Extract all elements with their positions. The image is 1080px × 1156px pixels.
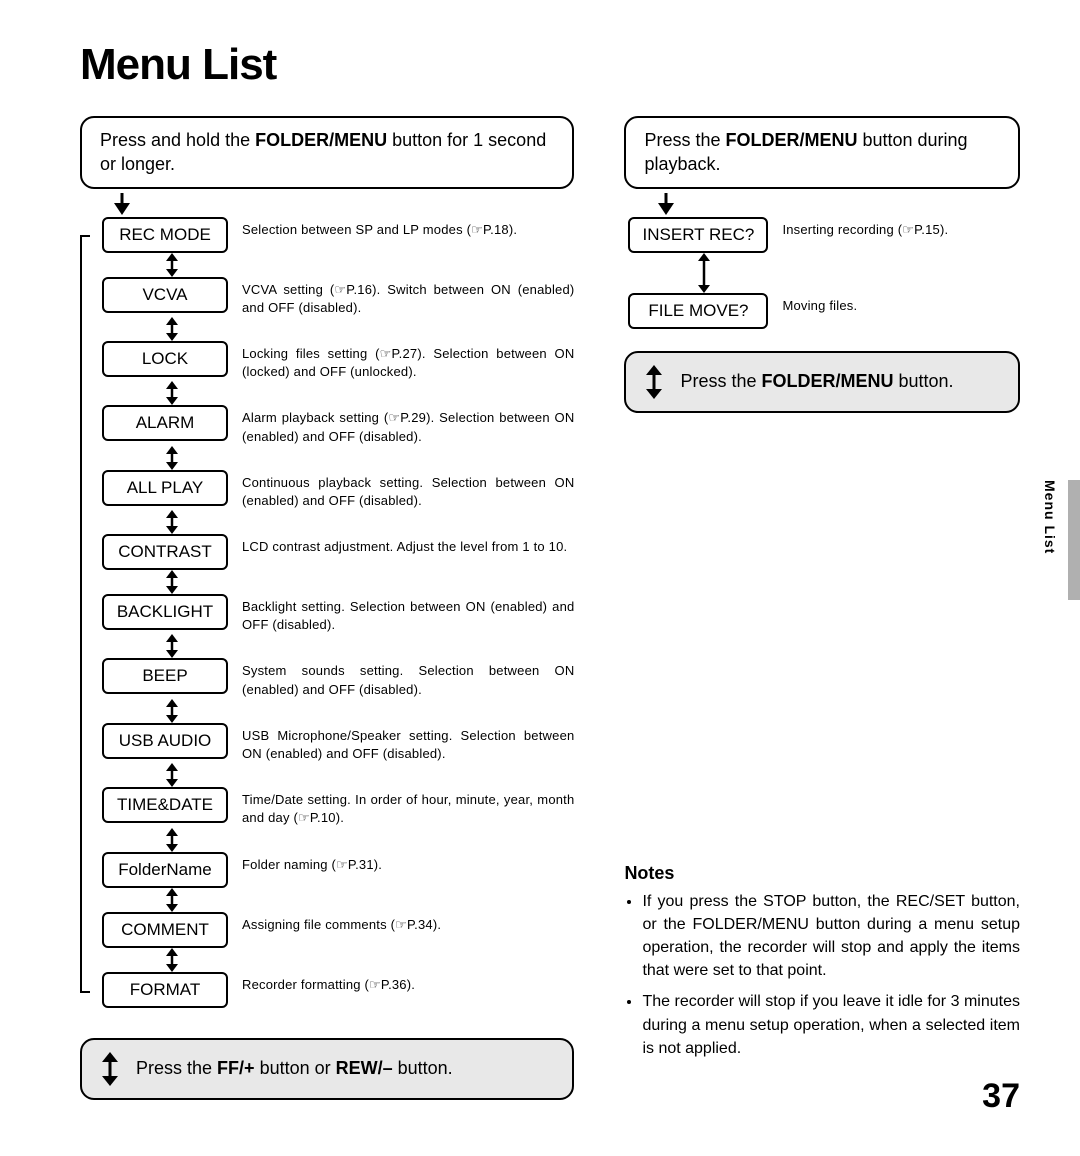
menu-row: LOCK Locking files setting (☞P.27). Selec…: [102, 341, 574, 381]
text: button.: [893, 371, 953, 391]
text: button or: [255, 1058, 336, 1078]
menu-item-desc: Locking files setting (☞P.27). Selection…: [242, 341, 574, 381]
right-footer-box: Press the FOLDER/MENU button.: [624, 351, 1020, 413]
up-down-arrow-icon: [162, 948, 182, 972]
menu-row: ALARM Alarm playback setting (☞P.29). Sel…: [102, 405, 574, 445]
left-instruction-box: Press and hold the FOLDER/MENU button fo…: [80, 116, 574, 189]
left-menu-chain: REC MODE Selection between SP and LP mode…: [80, 217, 574, 1008]
menu-item-box: FILE MOVE?: [628, 293, 768, 329]
menu-item-desc: System sounds setting. Selection between…: [242, 658, 574, 698]
menu-item-box: BACKLIGHT: [102, 594, 228, 630]
notes-section: Notes If you press the STOP button, the …: [624, 863, 1020, 1060]
menu-item-box: ALARM: [102, 405, 228, 441]
up-down-arrow-icon: [162, 253, 182, 277]
menu-item-desc: USB Microphone/Speaker setting. Selectio…: [242, 723, 574, 763]
menu-item-box: TIME&DATE: [102, 787, 228, 823]
menu-item-desc: Folder naming (☞P.31).: [242, 852, 382, 874]
menu-item-box: REC MODE: [102, 217, 228, 253]
menu-row: TIME&DATE Time/Date setting. In order of …: [102, 787, 574, 827]
notes-heading: Notes: [624, 863, 1020, 884]
up-down-arrow-icon: [162, 317, 182, 341]
menu-item-desc: Assigning file comments (☞P.34).: [242, 912, 441, 934]
menu-row: ALL PLAY Continuous playback setting. Sel…: [102, 470, 574, 510]
menu-item-desc: Time/Date setting. In order of hour, min…: [242, 787, 574, 827]
menu-item-desc: Inserting recording (☞P.15).: [782, 217, 948, 239]
right-instruction-box: Press the FOLDER/MENU button during play…: [624, 116, 1020, 189]
up-down-arrow-icon: [162, 634, 182, 658]
right-menu-chain: INSERT REC? Inserting recording (☞P.15). F…: [624, 217, 1020, 329]
page-number: 37: [982, 1077, 1020, 1116]
menu-row: FILE MOVE? Moving files.: [628, 293, 1020, 329]
menu-item-box: FolderName: [102, 852, 228, 888]
menu-item-desc: Continuous playback setting. Selection b…: [242, 470, 574, 510]
menu-item-desc: Alarm playback setting (☞P.29). Selectio…: [242, 405, 574, 445]
up-down-arrow-icon: [694, 253, 714, 293]
up-down-arrow-icon: [644, 365, 664, 399]
up-down-arrow-icon: [162, 763, 182, 787]
right-column: Press the FOLDER/MENU button during play…: [624, 116, 1020, 1100]
note-item: The recorder will stop if you leave it i…: [642, 990, 1020, 1060]
up-down-arrow-icon: [162, 381, 182, 405]
up-down-arrow-icon: [162, 699, 182, 723]
menu-item-box: FORMAT: [102, 972, 228, 1008]
menu-row: BEEP System sounds setting. Selection bet…: [102, 658, 574, 698]
text: Press the: [644, 130, 725, 150]
side-tab-block: [1068, 480, 1080, 600]
menu-item-box: ALL PLAY: [102, 470, 228, 506]
up-down-arrow-icon: [162, 828, 182, 852]
text-bold: FOLDER/MENU: [255, 130, 387, 150]
left-footer-box: Press the FF/+ button or REW/– button.: [80, 1038, 574, 1100]
menu-item-box: VCVA: [102, 277, 228, 313]
menu-item-desc: Recorder formatting (☞P.36).: [242, 972, 415, 994]
menu-item-desc: Selection between SP and LP modes (☞P.18…: [242, 217, 517, 239]
menu-row: BACKLIGHT Backlight setting. Selection be…: [102, 594, 574, 634]
menu-row: VCVA VCVA setting (☞P.16). Switch between…: [102, 277, 574, 317]
text: button.: [393, 1058, 453, 1078]
page-title: Menu List: [80, 40, 1020, 90]
menu-item-desc: VCVA setting (☞P.16). Switch between ON …: [242, 277, 574, 317]
menu-item-desc: Backlight setting. Selection between ON …: [242, 594, 574, 634]
note-item: If you press the STOP button, the REC/SE…: [642, 890, 1020, 983]
menu-item-box: BEEP: [102, 658, 228, 694]
menu-row: CONTRAST LCD contrast adjustment. Adjust …: [102, 534, 574, 570]
text: Press the: [680, 371, 761, 391]
menu-item-box: USB AUDIO: [102, 723, 228, 759]
text-bold: REW/–: [336, 1058, 393, 1078]
menu-item-desc: LCD contrast adjustment. Adjust the leve…: [242, 534, 567, 556]
left-column: Press and hold the FOLDER/MENU button fo…: [80, 116, 574, 1100]
arrow-down-icon: [112, 193, 574, 215]
menu-row: FORMAT Recorder formatting (☞P.36).: [102, 972, 574, 1008]
menu-item-box: COMMENT: [102, 912, 228, 948]
side-tab-label: Menu List: [1042, 480, 1058, 554]
menu-item-box: LOCK: [102, 341, 228, 377]
menu-row: FolderName Folder naming (☞P.31).: [102, 852, 574, 888]
arrow-down-icon: [656, 193, 1020, 215]
menu-row: COMMENT Assigning file comments (☞P.34).: [102, 912, 574, 948]
text: Press the: [136, 1058, 217, 1078]
menu-item-box: CONTRAST: [102, 534, 228, 570]
up-down-arrow-icon: [162, 510, 182, 534]
text-bold: FOLDER/MENU: [761, 371, 893, 391]
menu-item-box: INSERT REC?: [628, 217, 768, 253]
menu-row: USB AUDIO USB Microphone/Speaker setting.…: [102, 723, 574, 763]
up-down-arrow-icon: [162, 888, 182, 912]
menu-row: INSERT REC? Inserting recording (☞P.15).: [628, 217, 1020, 253]
menu-row: REC MODE Selection between SP and LP mode…: [102, 217, 574, 253]
text-bold: FF/+: [217, 1058, 255, 1078]
menu-item-desc: Moving files.: [782, 293, 857, 315]
up-down-arrow-icon: [162, 446, 182, 470]
text: Press and hold the: [100, 130, 255, 150]
up-down-arrow-icon: [162, 570, 182, 594]
text-bold: FOLDER/MENU: [725, 130, 857, 150]
up-down-arrow-icon: [100, 1052, 120, 1086]
